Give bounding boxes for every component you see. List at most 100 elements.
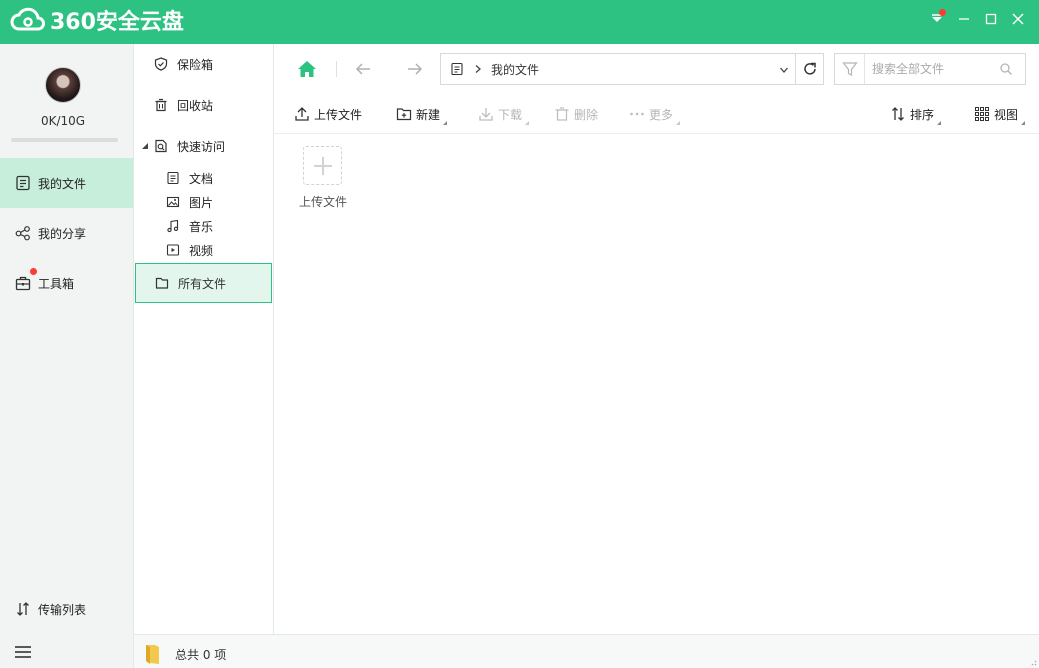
sidebar-item-toolbox[interactable]: 工具箱 xyxy=(0,258,133,308)
notification-dot xyxy=(939,9,946,16)
transfer-icon xyxy=(14,600,32,618)
main-panel: 我的文件 上传文件 xyxy=(274,44,1039,634)
upload-button[interactable]: 上传文件 xyxy=(294,94,362,134)
chevron-right-icon xyxy=(475,65,481,73)
trash-icon xyxy=(554,106,570,122)
maximize-button[interactable] xyxy=(977,8,1004,30)
app-logo: 360安全云盘 xyxy=(10,5,184,35)
shield-icon xyxy=(154,57,168,71)
status-bar: 总共 0 项 xyxy=(134,634,1039,668)
folder-tree: 保险箱 回收站 快速访问 文档 图片 音乐 视频 所有文件 xyxy=(134,44,274,634)
tree-item-label: 回收站 xyxy=(177,98,214,113)
tree-item-label: 快速访问 xyxy=(177,139,226,154)
delete-label: 删除 xyxy=(574,107,599,122)
view-label: 视图 xyxy=(994,107,1019,122)
upload-tile-label[interactable]: 上传文件 xyxy=(274,193,372,210)
sidebar-item-label: 传输列表 xyxy=(38,602,87,617)
tree-item-safe-box[interactable]: 保险箱 xyxy=(154,54,293,74)
plus-icon xyxy=(313,156,332,175)
skin-menu-button[interactable] xyxy=(923,8,950,30)
sort-icon xyxy=(890,106,906,122)
more-dots-icon xyxy=(629,106,645,122)
quota-bar xyxy=(11,138,118,142)
close-button[interactable] xyxy=(1004,8,1031,30)
document-icon xyxy=(451,62,463,76)
arrow-right-icon xyxy=(408,63,423,75)
back-button[interactable] xyxy=(351,57,375,81)
my-files-icon xyxy=(14,174,32,192)
sidebar-item-label: 我的文件 xyxy=(38,176,87,191)
storage-quota: 0K/10G xyxy=(40,114,86,128)
upload-label: 上传文件 xyxy=(314,107,363,122)
new-button[interactable]: 新建 xyxy=(396,94,448,134)
delete-button[interactable]: 删除 xyxy=(554,94,598,134)
hamburger-icon xyxy=(15,646,31,658)
minimize-icon xyxy=(958,18,969,20)
more-label: 更多 xyxy=(649,107,674,122)
main-menu-button[interactable] xyxy=(14,644,32,663)
tree-item-label: 图片 xyxy=(189,195,214,210)
toolbox-icon xyxy=(14,274,32,292)
filter-button[interactable] xyxy=(835,54,865,84)
minimize-button[interactable] xyxy=(950,8,977,30)
breadcrumb[interactable]: 我的文件 xyxy=(491,61,539,78)
collapse-triangle-icon[interactable] xyxy=(141,142,149,150)
forward-button[interactable] xyxy=(403,57,427,81)
tree-item-all-files[interactable]: 所有文件 xyxy=(135,263,272,303)
cloud-logo-icon xyxy=(10,7,45,31)
refresh-icon xyxy=(803,62,816,75)
document-icon xyxy=(166,171,180,185)
sort-button[interactable]: 排序 xyxy=(890,94,942,134)
tree-item-label: 视频 xyxy=(189,243,214,258)
path-bar[interactable]: 我的文件 xyxy=(440,53,796,85)
home-icon xyxy=(298,61,316,77)
new-folder-icon xyxy=(396,106,412,122)
video-icon xyxy=(166,243,180,257)
close-icon xyxy=(1012,13,1023,25)
toolbox-badge xyxy=(30,268,37,275)
tree-item-label: 所有文件 xyxy=(178,276,227,291)
chevron-down-icon[interactable] xyxy=(779,65,789,75)
sidebar-item-label: 我的分享 xyxy=(38,226,87,241)
tree-item-recycle[interactable]: 回收站 xyxy=(154,95,293,115)
new-label: 新建 xyxy=(416,107,441,122)
filter-icon xyxy=(841,62,858,76)
tree-item-quick-access[interactable]: 快速访问 xyxy=(141,136,280,156)
sidebar-item-transfer-list[interactable]: 传输列表 xyxy=(0,584,133,634)
search-icon[interactable] xyxy=(999,62,1013,76)
tree-item-label: 保险箱 xyxy=(177,57,214,72)
toolbar: 上传文件 新建 下载 删除 更多 排序 视图 xyxy=(274,94,1039,134)
title-bar: 360安全云盘 xyxy=(0,0,1039,44)
home-button[interactable] xyxy=(295,57,319,81)
quick-access-icon xyxy=(154,139,168,153)
view-button[interactable]: 视图 xyxy=(974,94,1026,134)
sidebar-item-my-share[interactable]: 我的分享 xyxy=(0,208,133,258)
item-count: 总共 0 项 xyxy=(175,648,227,662)
music-icon xyxy=(166,219,180,233)
left-sidebar: 0K/10G 我的文件 我的分享 工具箱 传输列表 xyxy=(0,44,134,668)
tree-item-label: 音乐 xyxy=(189,219,214,234)
sidebar-item-my-files[interactable]: 我的文件 xyxy=(0,158,133,208)
sidebar-item-label: 工具箱 xyxy=(38,276,75,291)
download-button[interactable]: 下载 xyxy=(478,94,530,134)
upload-icon xyxy=(294,106,310,122)
resize-grip-icon[interactable] xyxy=(1029,658,1037,666)
maximize-icon xyxy=(985,13,996,25)
tree-item-label: 文档 xyxy=(189,171,214,186)
image-icon xyxy=(166,195,180,209)
search-box xyxy=(834,53,1026,85)
app-title: 360安全云盘 xyxy=(50,10,184,35)
more-button[interactable]: 更多 xyxy=(629,94,681,134)
upload-tile[interactable] xyxy=(303,146,342,185)
share-icon xyxy=(14,224,32,242)
sort-label: 排序 xyxy=(910,107,935,122)
nav-bar: 我的文件 xyxy=(274,44,1039,94)
grid-view-icon xyxy=(974,106,990,122)
folder-icon xyxy=(155,276,169,290)
trash-icon xyxy=(154,98,168,112)
arrow-left-icon xyxy=(355,63,370,75)
folder-icon xyxy=(146,645,159,664)
avatar[interactable] xyxy=(45,67,81,103)
search-input[interactable] xyxy=(872,62,997,76)
refresh-button[interactable] xyxy=(796,53,824,85)
